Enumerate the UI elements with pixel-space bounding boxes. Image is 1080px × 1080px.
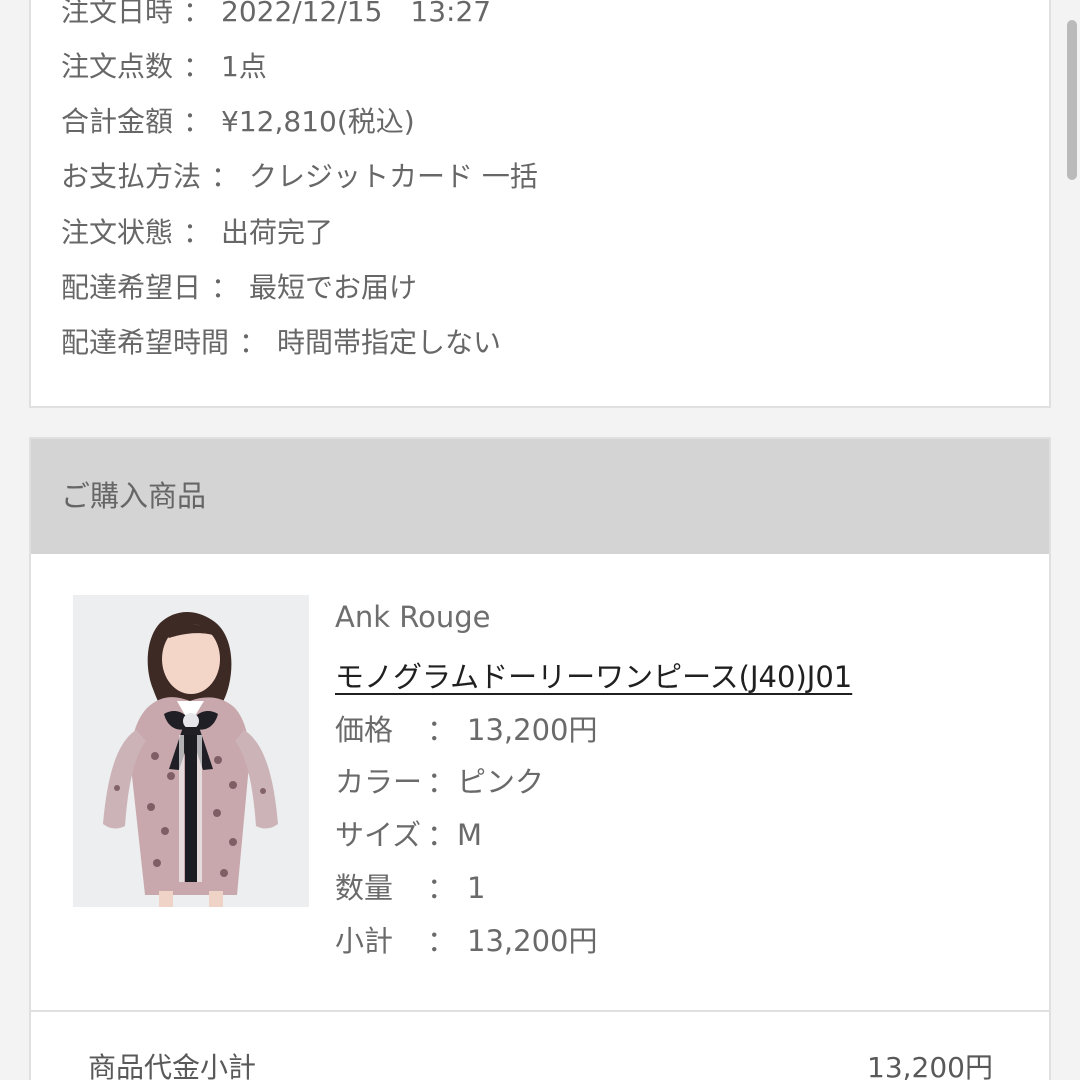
price-row: 価格 ： 13,200円 bbox=[335, 712, 597, 748]
order-summary-panel: 商品代金小計 13,200円 bbox=[29, 1010, 1051, 1080]
order-date-row: 注文日時 ： 2022/12/15 13:27 bbox=[61, 0, 491, 30]
delivery-time-separator: ： bbox=[239, 326, 268, 359]
subtotal-row: 小計 ： 13,200円 bbox=[335, 923, 597, 959]
product-image[interactable] bbox=[73, 595, 309, 907]
product-subtotal-value: 13,200円 bbox=[867, 1051, 993, 1080]
price-separator: ： bbox=[427, 713, 457, 747]
total-value: ¥12,810(税込) bbox=[221, 105, 415, 138]
purchased-items-title: ご購入商品 bbox=[61, 479, 207, 513]
color-separator: ： bbox=[427, 765, 457, 799]
price-label: 価格 bbox=[335, 713, 394, 747]
item-count-value: 1点 bbox=[221, 50, 267, 83]
quantity-separator: ： bbox=[427, 871, 457, 905]
product-brand: Ank Rouge bbox=[335, 600, 491, 634]
delivery-time-label: 配達希望時間 bbox=[61, 326, 230, 359]
delivery-date-row: 配達希望日 ： 最短でお届け bbox=[61, 270, 417, 306]
total-label: 合計金額 bbox=[61, 105, 174, 138]
status-row: 注文状態 ： 出荷完了 bbox=[61, 215, 333, 251]
order-detail-page: 注文日時 ： 2022/12/15 13:27 注文点数 ： 1点 合計金額 ： ¥12,8… bbox=[0, 0, 1080, 1080]
delivery-time-value: 時間帯指定しない bbox=[277, 326, 502, 359]
delivery-time-row: 配達希望時間 ： 時間帯指定しない bbox=[61, 325, 501, 361]
delivery-date-value: 最短でお届け bbox=[249, 271, 418, 304]
subtotal-label: 小計 bbox=[335, 924, 394, 958]
delivery-date-label: 配達希望日 bbox=[61, 271, 202, 304]
size-separator: ： bbox=[427, 818, 457, 852]
quantity-row: 数量 ： 1 bbox=[335, 870, 485, 906]
color-row: カラー ：ピンク bbox=[335, 764, 544, 800]
status-label: 注文状態 bbox=[61, 216, 174, 249]
payment-separator: ： bbox=[211, 160, 240, 193]
item-count-label: 注文点数 bbox=[61, 50, 174, 83]
subtotal-value: 13,200円 bbox=[467, 924, 598, 958]
quantity-label: 数量 bbox=[335, 871, 394, 905]
size-row: サイズ ：M bbox=[335, 817, 482, 853]
quantity-value: 1 bbox=[467, 871, 486, 905]
status-separator: ： bbox=[183, 216, 212, 249]
size-label: サイズ bbox=[335, 818, 422, 852]
order-information-panel: 注文日時 ： 2022/12/15 13:27 注文点数 ： 1点 合計金額 ： ¥12,8… bbox=[29, 0, 1051, 408]
item-count-separator: ： bbox=[183, 50, 212, 83]
subtotal-separator: ： bbox=[427, 924, 457, 958]
item-count-row: 注文点数 ： 1点 bbox=[61, 49, 267, 85]
color-value: ピンク bbox=[457, 765, 545, 799]
price-value: 13,200円 bbox=[467, 713, 598, 747]
payment-value: クレジットカード 一括 bbox=[249, 160, 538, 193]
delivery-date-separator: ： bbox=[211, 271, 240, 304]
product-name-link[interactable]: モノグラムドーリーワンピース(J40)J01 bbox=[335, 659, 852, 695]
total-separator: ： bbox=[183, 105, 212, 138]
color-label: カラー bbox=[335, 765, 423, 799]
purchased-items-panel: ご購入商品 Ank Rouge モノグラムドーリーワンピース(J40)J01 価… bbox=[29, 437, 1051, 1017]
scrollbar[interactable] bbox=[1067, 20, 1077, 180]
payment-label: お支払方法 bbox=[61, 160, 202, 193]
product-photo bbox=[73, 595, 309, 907]
purchased-items-header: ご購入商品 bbox=[31, 439, 1049, 554]
order-date-label: 注文日時 bbox=[61, 0, 174, 28]
order-date-separator: ： bbox=[183, 0, 212, 28]
size-value: M bbox=[457, 818, 483, 852]
status-value: 出荷完了 bbox=[221, 216, 334, 249]
product-subtotal-label: 商品代金小計 bbox=[88, 1051, 257, 1080]
total-row: 合計金額 ： ¥12,810(税込) bbox=[61, 104, 415, 140]
order-date-value: 2022/12/15 13:27 bbox=[221, 0, 492, 28]
payment-row: お支払方法 ： クレジットカード 一括 bbox=[61, 159, 538, 195]
